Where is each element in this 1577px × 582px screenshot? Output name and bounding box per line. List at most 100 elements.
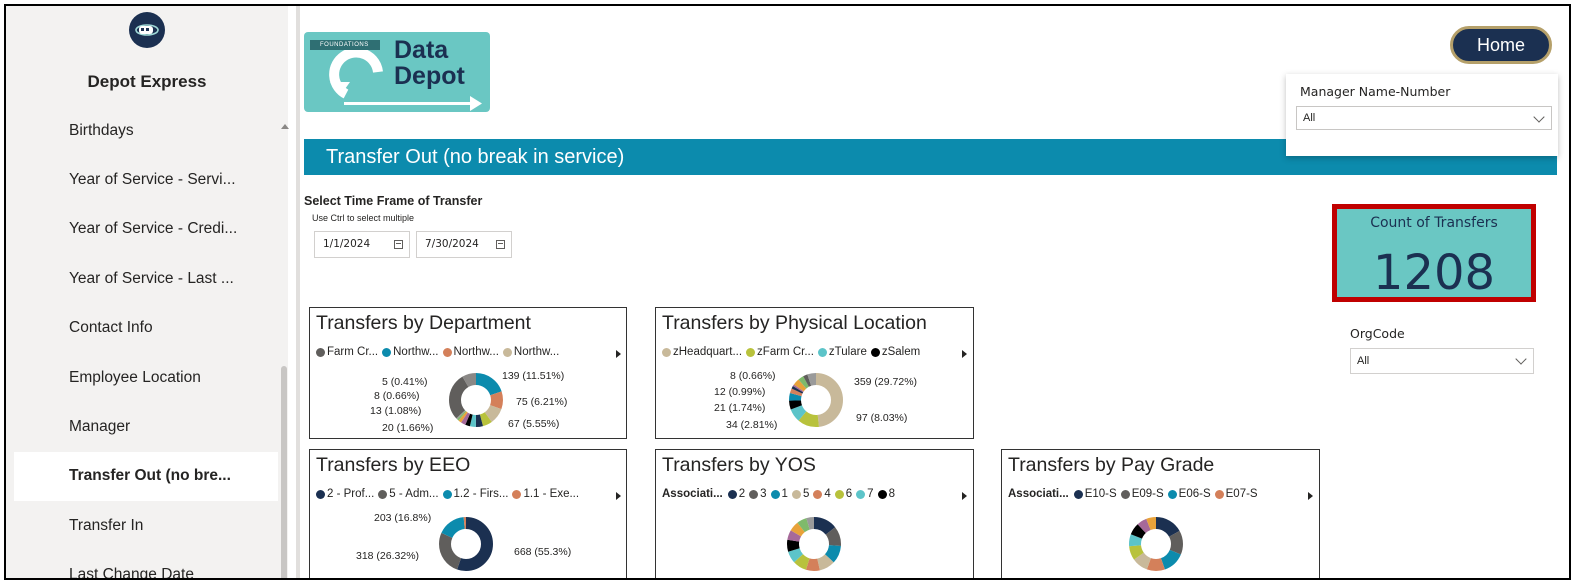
legend-label: 6	[845, 488, 853, 500]
sidebar-item-employee-location[interactable]: Employee Location	[14, 353, 278, 402]
legend-item[interactable]: zSalem	[870, 346, 921, 358]
legend-item[interactable]: 1.1 - Exe...	[512, 488, 579, 500]
chevron-down-icon	[1533, 111, 1545, 123]
location-chart-card[interactable]: Transfers by Physical Location zHeadquar…	[655, 307, 974, 439]
legend-item[interactable]: 7	[856, 488, 874, 500]
data-label: 75 (6.21%)	[516, 396, 568, 408]
calendar-icon[interactable]	[394, 240, 403, 249]
data-label: 13 (1.08%)	[370, 405, 422, 417]
data-depot-logo: FOUNDATIONS Data Depot	[304, 32, 490, 112]
legend-dot-icon	[316, 489, 325, 499]
legend-item[interactable]: E09-S	[1120, 488, 1164, 500]
dept-donut-chart[interactable]	[446, 370, 506, 430]
legend-label: 1	[781, 488, 788, 500]
legend-item[interactable]: 3	[749, 488, 767, 500]
yos-legend: Associati... 2 3 1 5 4 6 7 8	[662, 488, 899, 500]
legend-label: 1.2 - Firs...	[453, 488, 509, 500]
legend-item[interactable]: E10-S	[1073, 488, 1117, 500]
manager-filter-dropdown[interactable]: All	[1296, 106, 1552, 130]
legend-item[interactable]: E07-S	[1214, 488, 1258, 500]
legend-dot-icon	[512, 489, 522, 499]
legend-label: zFarm Cr...	[757, 346, 814, 358]
location-donut-chart[interactable]	[786, 370, 846, 430]
legend-dot-icon	[382, 347, 392, 357]
legend-label: zSalem	[881, 346, 921, 358]
sidebar-item-yos-service[interactable]: Year of Service - Servi...	[14, 155, 278, 204]
legend-label: E06-S	[1178, 488, 1211, 500]
sidebar-item-transfer-out[interactable]: Transfer Out (no bre...	[14, 451, 278, 502]
end-date-input[interactable]: 7/30/2024	[416, 231, 512, 258]
eeo-chart-card[interactable]: Transfers by EEO 2 - Prof... 5 - Adm... …	[309, 449, 627, 578]
start-date-value: 1/1/2024	[323, 238, 371, 250]
legend-dot-icon	[1120, 489, 1130, 499]
legend-label: 4	[824, 488, 831, 500]
home-button[interactable]: Home	[1450, 26, 1552, 64]
legend-item[interactable]: zHeadquart...	[662, 346, 742, 358]
pay-grade-chart-card[interactable]: Transfers by Pay Grade Associati... E10-…	[1001, 449, 1320, 578]
legend-dot-icon	[817, 347, 827, 357]
data-label: 12 (0.99%)	[714, 386, 766, 398]
legend-next-icon[interactable]	[962, 492, 967, 500]
sidebar-item-contact-info[interactable]: Contact Info	[14, 304, 278, 353]
legend-item[interactable]: Farm Cr...	[316, 346, 378, 358]
sidebar-scrollbar[interactable]	[280, 118, 290, 578]
legend-label: Farm Cr...	[327, 346, 379, 358]
legend-label: 2	[738, 488, 746, 500]
pay-grade-legend: Associati... E10-S E09-S E06-S E07-S	[1008, 488, 1262, 500]
legend-item[interactable]: 2 - Prof...	[316, 488, 374, 500]
orgcode-filter-value: All	[1357, 355, 1370, 367]
sidebar-item-transfer-in[interactable]: Transfer In	[14, 501, 278, 550]
chevron-down-icon	[1515, 353, 1527, 365]
location-legend: zHeadquart... zFarm Cr... zTulare zSalem	[662, 346, 924, 358]
start-date-input[interactable]: 1/1/2024	[314, 231, 410, 258]
scrollbar-thumb[interactable]	[281, 366, 287, 578]
legend-item[interactable]: 1	[770, 488, 788, 500]
dept-chart-card[interactable]: Transfers by Department Farm Cr... North…	[309, 307, 627, 439]
legend-label: 8	[888, 488, 895, 500]
legend-next-icon[interactable]	[616, 492, 621, 500]
legend-next-icon[interactable]	[962, 350, 967, 358]
legend-item[interactable]: 1.2 - Firs...	[442, 488, 509, 500]
data-label: 668 (55.3%)	[514, 546, 572, 558]
legend-item[interactable]: 8	[877, 488, 895, 500]
yos-chart-card[interactable]: Transfers by YOS Associati... 2 3 1 5 4 …	[655, 449, 974, 578]
scroll-up-icon[interactable]	[281, 124, 289, 129]
sidebar-item-last-change-date[interactable]: Last Change Date	[14, 551, 278, 578]
legend-next-icon[interactable]	[616, 350, 621, 358]
legend-item[interactable]: zFarm Cr...	[746, 346, 814, 358]
legend-next-icon[interactable]	[1308, 492, 1313, 500]
time-frame-title: Select Time Frame of Transfer	[304, 194, 483, 208]
data-label: 359 (29.72%)	[854, 376, 918, 388]
legend-item[interactable]: 5 - Adm...	[378, 488, 439, 500]
legend-dot-icon	[316, 347, 325, 357]
legend-item[interactable]: Northw...	[502, 346, 559, 358]
legend-label: 1.1 - Exe...	[523, 488, 580, 500]
legend-item[interactable]: Northw...	[442, 346, 499, 358]
sidebar-item-birthdays[interactable]: Birthdays	[14, 106, 278, 155]
legend-title: Associati...	[1008, 488, 1069, 500]
data-label: 318 (26.32%)	[356, 550, 420, 562]
legend-item[interactable]: E06-S	[1167, 488, 1211, 500]
data-label: 8 (0.66%)	[374, 390, 420, 402]
calendar-icon[interactable]	[496, 240, 505, 249]
yos-donut-chart[interactable]	[784, 514, 844, 574]
pay-grade-donut-chart[interactable]	[1126, 514, 1186, 574]
sidebar-item-manager[interactable]: Manager	[14, 402, 278, 451]
sidebar-item-yos-last[interactable]: Year of Service - Last ...	[14, 254, 278, 303]
eeo-donut-chart[interactable]	[436, 514, 496, 574]
legend-item[interactable]: zTulare	[817, 346, 867, 358]
sidebar-item-yos-credit[interactable]: Year of Service - Credi...	[14, 205, 278, 254]
legend-item[interactable]: 6	[834, 488, 853, 500]
dept-chart-title: Transfers by Department	[316, 312, 531, 334]
legend-item[interactable]: Northw...	[382, 346, 439, 358]
orgcode-filter-dropdown[interactable]: All	[1350, 348, 1534, 374]
manager-filter-label: Manager Name-Number	[1300, 84, 1451, 99]
pay-grade-chart-title: Transfers by Pay Grade	[1008, 454, 1215, 476]
manager-filter-panel: Manager Name-Number All	[1286, 74, 1558, 156]
legend-item[interactable]: 5	[791, 488, 809, 500]
legend-item[interactable]: 4	[813, 488, 831, 500]
legend-dot-icon	[727, 489, 737, 499]
legend-item[interactable]: 2	[727, 488, 746, 500]
data-label: 67 (5.55%)	[508, 418, 560, 430]
legend-dot-icon	[770, 489, 780, 499]
